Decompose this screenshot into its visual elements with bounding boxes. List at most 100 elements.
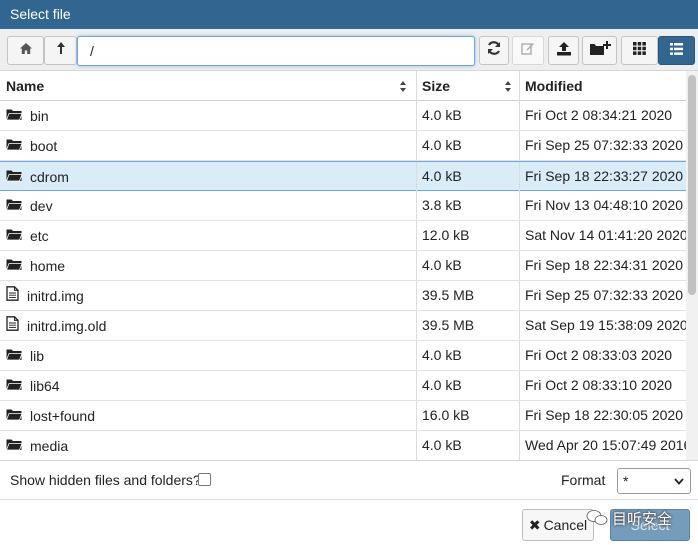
file-name-cell: lib64 (0, 371, 415, 400)
file-modified: Fri Nov 13 04:48:10 2020 (519, 191, 686, 220)
table-row[interactable]: etc 12.0 kB Sat Nov 14 01:41:20 2020 (0, 221, 686, 251)
table-row[interactable]: initrd.img 39.5 MB Fri Sep 25 07:32:33 202… (0, 281, 686, 311)
file-modified: Fri Sep 25 07:32:33 2020 (519, 131, 686, 160)
table-row[interactable]: cdrom 4.0 kB Fri Sep 18 22:33:27 2020 (0, 161, 686, 191)
column-header-modified[interactable]: Modified (519, 71, 686, 101)
file-name-cell: media (0, 431, 415, 460)
file-name-cell: lib (0, 341, 415, 370)
toolbar (0, 29, 698, 71)
table-row[interactable]: lost+found 16.0 kB Fri Sep 18 22:30:05 202… (0, 401, 686, 431)
table-row[interactable]: dev 3.8 kB Fri Nov 13 04:48:10 2020 (0, 191, 686, 221)
show-hidden-checkbox[interactable] (198, 473, 211, 486)
table-row[interactable]: initrd.img.old 39.5 MB Sat Sep 19 15:38:09… (0, 311, 686, 341)
grid-view-icon (633, 41, 646, 60)
wechat-icon (586, 510, 608, 525)
file-modified: Fri Sep 18 22:30:05 2020 (519, 401, 686, 430)
table-row[interactable]: media 4.0 kB Wed Apr 20 15:07:49 2016 (0, 431, 686, 460)
file-size: 4.0 kB (416, 162, 518, 191)
dialog-title: Select file (0, 0, 698, 29)
file-name: cdrom (30, 168, 69, 185)
file-name: home (30, 257, 66, 274)
format-value: * (623, 473, 629, 489)
folder-icon (5, 252, 23, 280)
file-name: media (30, 437, 69, 454)
file-name: lib64 (30, 377, 60, 394)
file-modified: Fri Oct 2 08:33:10 2020 (519, 371, 686, 400)
file-icon (6, 282, 19, 310)
folder-icon (5, 102, 23, 130)
file-name: initrd.img (27, 287, 84, 304)
file-modified: Sat Sep 19 15:38:09 2020 (519, 311, 686, 340)
format-select[interactable]: * (617, 468, 691, 494)
vertical-scrollbar[interactable] (686, 71, 698, 460)
list-view-button[interactable] (658, 36, 695, 65)
table-row[interactable]: lib 4.0 kB Fri Oct 2 08:33:03 2020 (0, 341, 686, 371)
file-name-cell: dev (0, 191, 415, 220)
grid-header: Name Size Modified (0, 71, 686, 101)
file-name: etc (30, 227, 49, 244)
home-button[interactable] (7, 36, 44, 65)
show-hidden-label: Show hidden files and folders? (10, 472, 201, 488)
folder-icon (5, 132, 23, 160)
file-size: 39.5 MB (416, 281, 518, 310)
cancel-button[interactable]: ✖ Cancel (522, 509, 594, 541)
file-size: 39.5 MB (416, 311, 518, 340)
file-modified: Fri Oct 2 08:33:03 2020 (519, 341, 686, 370)
refresh-icon (486, 40, 502, 61)
home-icon (19, 42, 33, 60)
folder-icon (5, 402, 23, 430)
file-name-cell: cdrom (0, 162, 415, 191)
file-size: 4.0 kB (416, 251, 518, 280)
sort-icon (400, 81, 406, 92)
folder-icon (5, 192, 23, 220)
options-bar: Show hidden files and folders? Format * (0, 462, 698, 498)
folder-icon (5, 342, 23, 370)
close-icon: ✖ (528, 517, 541, 533)
file-list: bin 4.0 kB Fri Oct 2 08:34:21 2020 boot 4.0 … (0, 101, 686, 460)
edit-button[interactable] (512, 36, 544, 65)
file-size: 4.0 kB (416, 341, 518, 370)
table-row[interactable]: home 4.0 kB Fri Sep 18 22:34:31 2020 (0, 251, 686, 281)
table-row[interactable]: lib64 4.0 kB Fri Oct 2 08:33:10 2020 (0, 371, 686, 401)
file-size: 3.8 kB (416, 191, 518, 220)
file-name: boot (30, 137, 58, 154)
file-size: 4.0 kB (416, 371, 518, 400)
file-size: 12.0 kB (416, 221, 518, 250)
file-name-cell: home (0, 251, 415, 280)
file-name-cell: boot (0, 131, 415, 160)
up-arrow-icon (56, 41, 66, 60)
up-directory-button[interactable] (44, 36, 77, 65)
upload-button[interactable] (548, 36, 579, 65)
grid-view-button[interactable] (621, 36, 658, 65)
folder-icon (5, 432, 23, 460)
refresh-button[interactable] (479, 36, 509, 65)
file-modified: Fri Sep 18 22:33:27 2020 (519, 162, 686, 191)
file-size: 4.0 kB (416, 431, 518, 460)
file-name: initrd.img.old (27, 317, 107, 334)
file-name: bin (30, 107, 49, 124)
file-size: 4.0 kB (416, 131, 518, 160)
format-label: Format (561, 472, 606, 488)
file-modified: Fri Sep 18 22:34:31 2020 (519, 251, 686, 280)
file-name: lib (30, 347, 45, 364)
table-row[interactable]: boot 4.0 kB Fri Sep 25 07:32:33 2020 (0, 131, 686, 161)
file-grid: Name Size Modified bin 4.0 kB Fri Oct 2 08… (0, 71, 698, 461)
file-size: 16.0 kB (416, 401, 518, 430)
column-header-size[interactable]: Size (416, 71, 518, 101)
file-name: dev (30, 197, 53, 214)
list-view-icon (670, 42, 683, 60)
table-row[interactable]: bin 4.0 kB Fri Oct 2 08:34:21 2020 (0, 101, 686, 131)
file-modified: Sat Nov 14 01:41:20 2020 (519, 221, 686, 250)
file-size: 4.0 kB (416, 101, 518, 130)
file-name-cell: initrd.img (0, 281, 415, 310)
file-modified: Wed Apr 20 15:07:49 2016 (519, 431, 686, 460)
file-icon (6, 312, 19, 340)
path-input[interactable] (77, 36, 475, 66)
scrollbar-thumb[interactable] (688, 75, 696, 295)
upload-icon (556, 41, 572, 61)
file-modified: Fri Oct 2 08:34:21 2020 (519, 101, 686, 130)
column-header-name[interactable]: Name (0, 71, 415, 101)
folder-icon (5, 222, 23, 250)
new-folder-button[interactable] (582, 36, 617, 65)
file-modified: Fri Sep 25 07:32:33 2020 (519, 281, 686, 310)
